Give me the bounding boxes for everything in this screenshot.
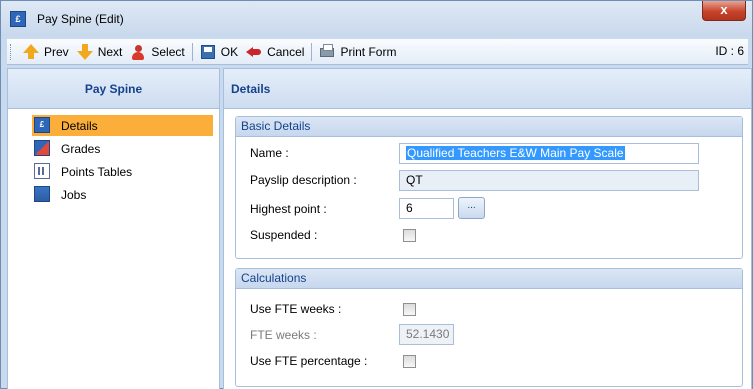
fte-weeks-field[interactable]: 52.1430 bbox=[399, 324, 454, 345]
highest-point-field[interactable]: 6 bbox=[399, 198, 454, 219]
navigation-list: £ Details Grades Points Tables Jobs bbox=[8, 109, 219, 205]
title-bar: £ Pay Spine (Edit) x bbox=[1, 1, 752, 36]
nav-item-label: Jobs bbox=[61, 187, 87, 202]
suspended-label: Suspended : bbox=[250, 228, 318, 242]
cancel-button[interactable]: Cancel bbox=[242, 41, 308, 63]
name-field[interactable]: Qualified Teachers E&W Main Pay Scale bbox=[399, 143, 699, 164]
basic-details-title: Basic Details bbox=[236, 117, 742, 137]
record-id: ID : 6 bbox=[715, 44, 744, 58]
navigation-panel: Pay Spine £ Details Grades Points Tables… bbox=[7, 68, 220, 389]
nav-item-label: Grades bbox=[61, 141, 101, 156]
prev-label: Prev bbox=[44, 44, 69, 59]
name-value: Qualified Teachers E&W Main Pay Scale bbox=[406, 146, 625, 160]
details-panel: Details Basic Details Name : Qualified T… bbox=[223, 68, 752, 389]
use-fte-percentage-label: Use FTE percentage : bbox=[250, 354, 368, 368]
calculations-title: Calculations bbox=[236, 269, 742, 289]
cancel-label: Cancel bbox=[267, 44, 305, 59]
payslip-description-field[interactable]: QT bbox=[399, 170, 699, 191]
save-icon bbox=[200, 44, 216, 60]
toolbar: Prev Next Select OK Cancel Print Form ID… bbox=[7, 39, 748, 65]
print-form-button[interactable]: Print Form bbox=[315, 41, 400, 63]
highest-point-label: Highest point : bbox=[250, 202, 327, 216]
next-label: Next bbox=[97, 44, 123, 59]
name-row: Name : bbox=[250, 143, 402, 163]
payslip-description-label: Payslip description : bbox=[250, 173, 357, 187]
use-fte-weeks-row: Use FTE weeks : bbox=[250, 299, 402, 319]
details-icon: £ bbox=[34, 117, 50, 133]
nav-item-details[interactable]: £ Details bbox=[32, 115, 213, 136]
navigation-header: Pay Spine bbox=[8, 69, 219, 109]
toolbar-separator bbox=[311, 42, 313, 61]
suspended-row: Suspended : bbox=[250, 225, 402, 245]
ok-label: OK bbox=[220, 44, 239, 59]
details-header: Details bbox=[224, 69, 751, 109]
nav-item-label: Details bbox=[61, 118, 98, 133]
highest-point-row: Highest point : bbox=[250, 199, 402, 219]
ok-button[interactable]: OK bbox=[196, 41, 242, 63]
print-form-label: Print Form bbox=[340, 44, 397, 59]
fte-weeks-label: FTE weeks : bbox=[250, 328, 317, 342]
points-tables-icon bbox=[34, 163, 50, 179]
use-fte-percentage-checkbox[interactable] bbox=[403, 355, 416, 368]
use-fte-percentage-row: Use FTE percentage : bbox=[250, 351, 402, 371]
suspended-checkbox[interactable] bbox=[403, 229, 416, 242]
nav-item-points-tables[interactable]: Points Tables bbox=[32, 161, 213, 182]
window-title: Pay Spine (Edit) bbox=[37, 12, 124, 26]
use-fte-weeks-label: Use FTE weeks : bbox=[250, 302, 342, 316]
up-arrow-icon bbox=[23, 43, 39, 60]
prev-button[interactable]: Prev bbox=[19, 41, 73, 63]
highest-point-lookup-button[interactable]: ... bbox=[458, 197, 485, 219]
down-arrow-icon bbox=[76, 43, 93, 60]
name-label: Name : bbox=[250, 146, 289, 160]
select-button[interactable]: Select bbox=[126, 41, 188, 63]
pay-spine-window: £ Pay Spine (Edit) x Prev Next Select OK… bbox=[0, 0, 753, 389]
nav-item-jobs[interactable]: Jobs bbox=[32, 184, 213, 205]
use-fte-weeks-checkbox[interactable] bbox=[403, 303, 416, 316]
select-label: Select bbox=[151, 44, 185, 59]
grades-icon bbox=[34, 140, 50, 156]
next-button[interactable]: Next bbox=[73, 41, 127, 63]
close-button[interactable]: x bbox=[702, 1, 746, 21]
app-icon: £ bbox=[10, 11, 26, 27]
calculations-group: Calculations Use FTE weeks : FTE weeks :… bbox=[235, 268, 743, 387]
jobs-icon bbox=[34, 186, 50, 202]
back-arrow-icon bbox=[246, 44, 262, 60]
nav-item-grades[interactable]: Grades bbox=[32, 138, 213, 159]
fte-weeks-row: FTE weeks : bbox=[250, 325, 402, 345]
basic-details-group: Basic Details Name : Qualified Teachers … bbox=[235, 116, 743, 259]
toolbar-grip[interactable] bbox=[10, 43, 13, 60]
payslip-row: Payslip description : bbox=[250, 170, 402, 190]
printer-icon bbox=[319, 43, 335, 60]
nav-item-label: Points Tables bbox=[61, 164, 133, 179]
toolbar-separator bbox=[191, 42, 193, 61]
person-icon bbox=[130, 44, 146, 60]
